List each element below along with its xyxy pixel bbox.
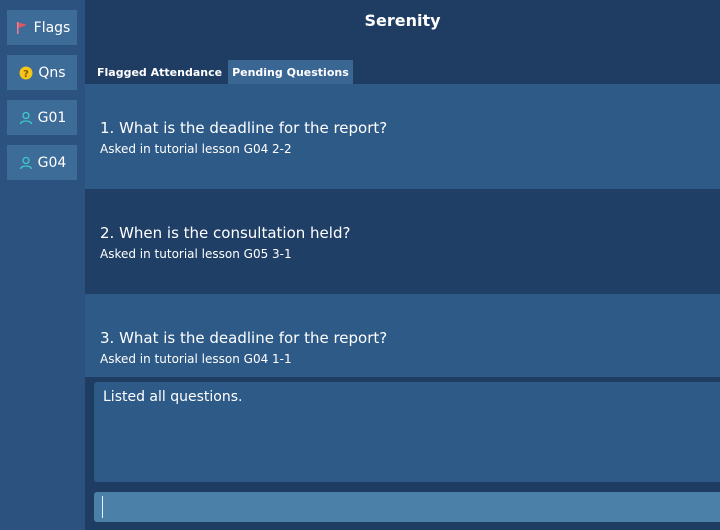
- tab-pending-questions[interactable]: Pending Questions: [228, 60, 353, 84]
- person-icon: [18, 110, 34, 126]
- sidebar: Flags ? Qns G01 G04: [0, 0, 85, 530]
- question-list[interactable]: 1. What is the deadline for the report? …: [85, 84, 720, 377]
- tab-bar: Flagged Attendance Pending Questions: [93, 60, 353, 84]
- text-caret: [102, 496, 103, 518]
- question-icon: ?: [18, 65, 34, 81]
- sidebar-item-questions[interactable]: ? Qns: [7, 55, 77, 90]
- sidebar-item-label: G04: [37, 154, 67, 171]
- tab-flagged-attendance[interactable]: Flagged Attendance: [93, 60, 226, 84]
- sidebar-item-label: G01: [37, 109, 67, 126]
- question-text: 1. What is the deadline for the report?: [100, 119, 388, 137]
- svg-text:?: ?: [24, 69, 30, 80]
- result-text: Listed all questions.: [103, 389, 243, 405]
- question-source: Asked in tutorial lesson G04 1-1: [100, 352, 292, 366]
- sidebar-item-flags[interactable]: Flags: [7, 10, 77, 45]
- sidebar-item-g04[interactable]: G04: [7, 145, 77, 180]
- list-item[interactable]: 3. What is the deadline for the report? …: [85, 294, 720, 377]
- app-title: Serenity: [364, 10, 441, 30]
- flag-icon: [14, 20, 30, 36]
- question-source: Asked in tutorial lesson G05 3-1: [100, 247, 292, 261]
- command-input[interactable]: [94, 492, 720, 522]
- question-text: 3. What is the deadline for the report?: [100, 329, 388, 347]
- person-icon: [18, 155, 34, 171]
- result-display: Listed all questions.: [94, 382, 720, 482]
- list-item[interactable]: 2. When is the consultation held? Asked …: [85, 189, 720, 294]
- question-source: Asked in tutorial lesson G04 2-2: [100, 142, 292, 156]
- question-text: 2. When is the consultation held?: [100, 224, 351, 242]
- list-item[interactable]: 1. What is the deadline for the report? …: [85, 84, 720, 189]
- sidebar-item-label: Flags: [33, 19, 71, 36]
- sidebar-item-label: Qns: [38, 64, 66, 81]
- sidebar-item-g01[interactable]: G01: [7, 100, 77, 135]
